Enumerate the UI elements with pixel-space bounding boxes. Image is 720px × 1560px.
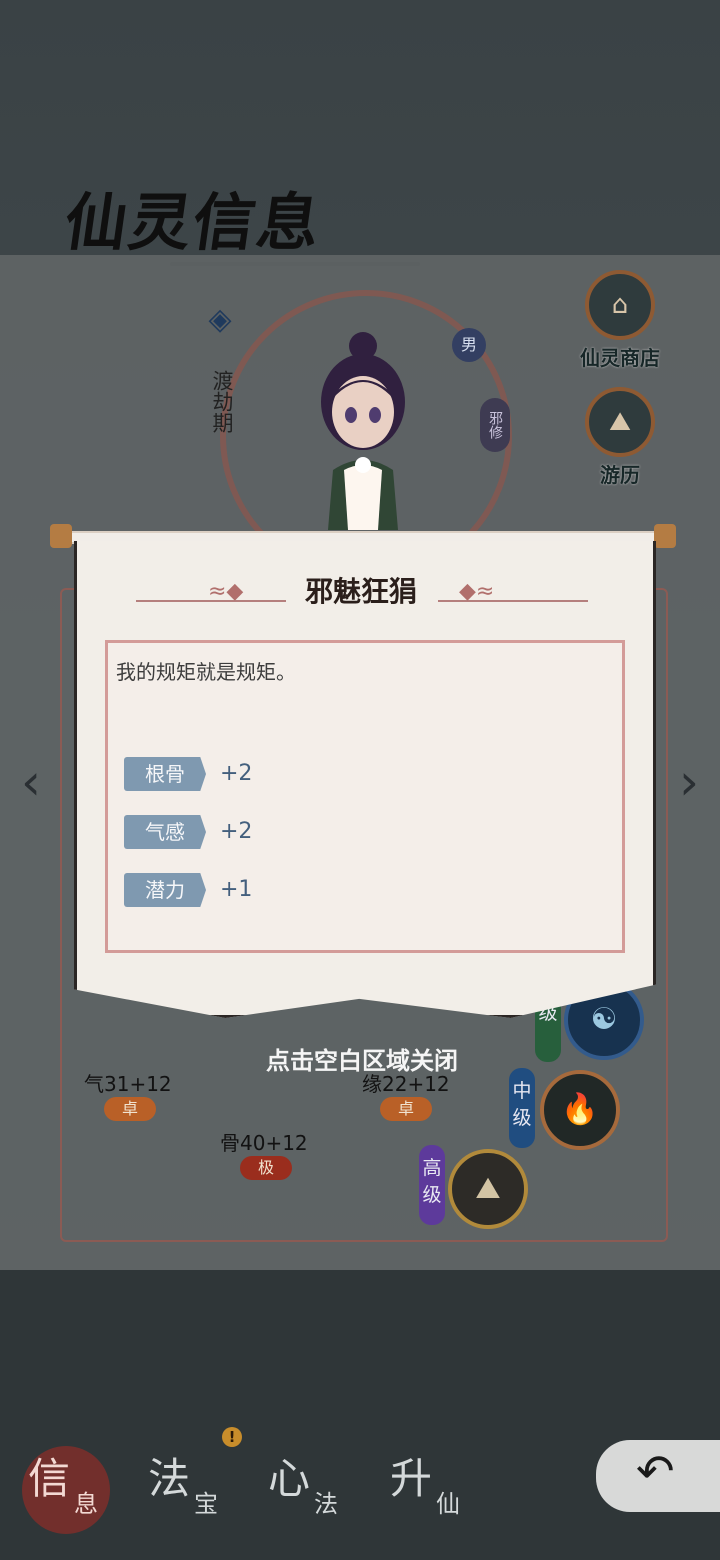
journey-icon: ⛰: [585, 387, 655, 457]
tab-heart-method-main-text: 心: [268, 1454, 311, 1503]
gu-stat: 骨40+12: [220, 1131, 308, 1155]
yuan-grade-badge: 卓: [380, 1097, 432, 1121]
shop-icon: ⌂: [585, 270, 655, 340]
tab-info[interactable]: 信 息: [12, 1440, 122, 1538]
shop-label: 仙灵商店: [580, 346, 660, 370]
gu-grade-badge: 极: [240, 1156, 292, 1180]
sect-emblem-icon: ◈: [208, 302, 232, 337]
sect-badge: 邪修: [480, 398, 510, 452]
title-ornament-right-icon: ◆≈: [459, 579, 495, 604]
realm-label: 渡劫期: [210, 370, 234, 433]
tab-heart-method[interactable]: 心 法: [252, 1440, 362, 1538]
attribute-label: 潜力: [124, 873, 206, 907]
treasure-alert-icon: !: [222, 1427, 242, 1447]
back-arrow-icon: ↶: [636, 1444, 675, 1498]
title-ornament-left-icon: ≈◆: [208, 579, 244, 604]
attribute-value: +1: [220, 877, 253, 902]
scroll-rod-cap-right: [654, 524, 676, 548]
right-menu: ⌂ 仙灵商店 ⛰ 游历: [574, 270, 666, 504]
attribute-value: +2: [220, 819, 253, 844]
attribute-row: 根骨 +2: [124, 757, 344, 791]
tab-heart-method-sub-text: 法: [314, 1490, 338, 1518]
skill-tier-high[interactable]: 高级: [419, 1145, 445, 1225]
attribute-value: +2: [220, 761, 253, 786]
tab-treasure-main-text: 法: [148, 1454, 191, 1503]
journey-button[interactable]: ⛰ 游历: [574, 387, 666, 488]
next-character-arrow-icon[interactable]: ›: [668, 753, 710, 811]
trait-title: 邪魅狂狷: [304, 575, 417, 608]
skill-tier-mid[interactable]: 中级: [509, 1068, 535, 1148]
close-hint: 点击空白区域关闭: [266, 1047, 458, 1075]
tab-ascend-main-text: 升: [390, 1454, 433, 1503]
bottom-nav: 信 息 法 宝 心 法 升 仙: [0, 1428, 570, 1560]
shop-button[interactable]: ⌂ 仙灵商店: [574, 270, 666, 371]
prev-character-arrow-icon[interactable]: ‹: [10, 753, 52, 811]
attribute-label: 根骨: [124, 757, 206, 791]
tab-treasure[interactable]: 法 宝: [132, 1440, 242, 1538]
scroll-rod-cap-left: [50, 524, 72, 548]
tab-info-sub-text: 息: [74, 1490, 98, 1518]
journey-label: 游历: [600, 463, 640, 487]
page-title: 仙灵信息: [60, 186, 327, 259]
mountain-skill-icon[interactable]: ⛰: [448, 1149, 528, 1229]
attribute-row: 气感 +2: [124, 815, 344, 849]
tab-ascend[interactable]: 升 仙: [374, 1440, 484, 1538]
tab-info-main-text: 信: [28, 1454, 71, 1503]
gender-badge: 男: [452, 328, 486, 362]
attribute-label: 气感: [124, 815, 206, 849]
character-portrait: [321, 332, 405, 530]
tab-ascend-sub-text: 仙: [436, 1490, 460, 1518]
qi-stat: 气31+12: [84, 1072, 172, 1096]
fire-skill-icon[interactable]: 🔥: [540, 1070, 620, 1150]
tab-treasure-sub-text: 宝: [194, 1490, 218, 1518]
trait-description: 我的规矩就是规矩。: [116, 660, 296, 684]
back-button[interactable]: ↶: [596, 1440, 720, 1512]
qi-grade-badge: 卓: [104, 1097, 156, 1121]
attribute-row: 潜力 +1: [124, 873, 344, 907]
